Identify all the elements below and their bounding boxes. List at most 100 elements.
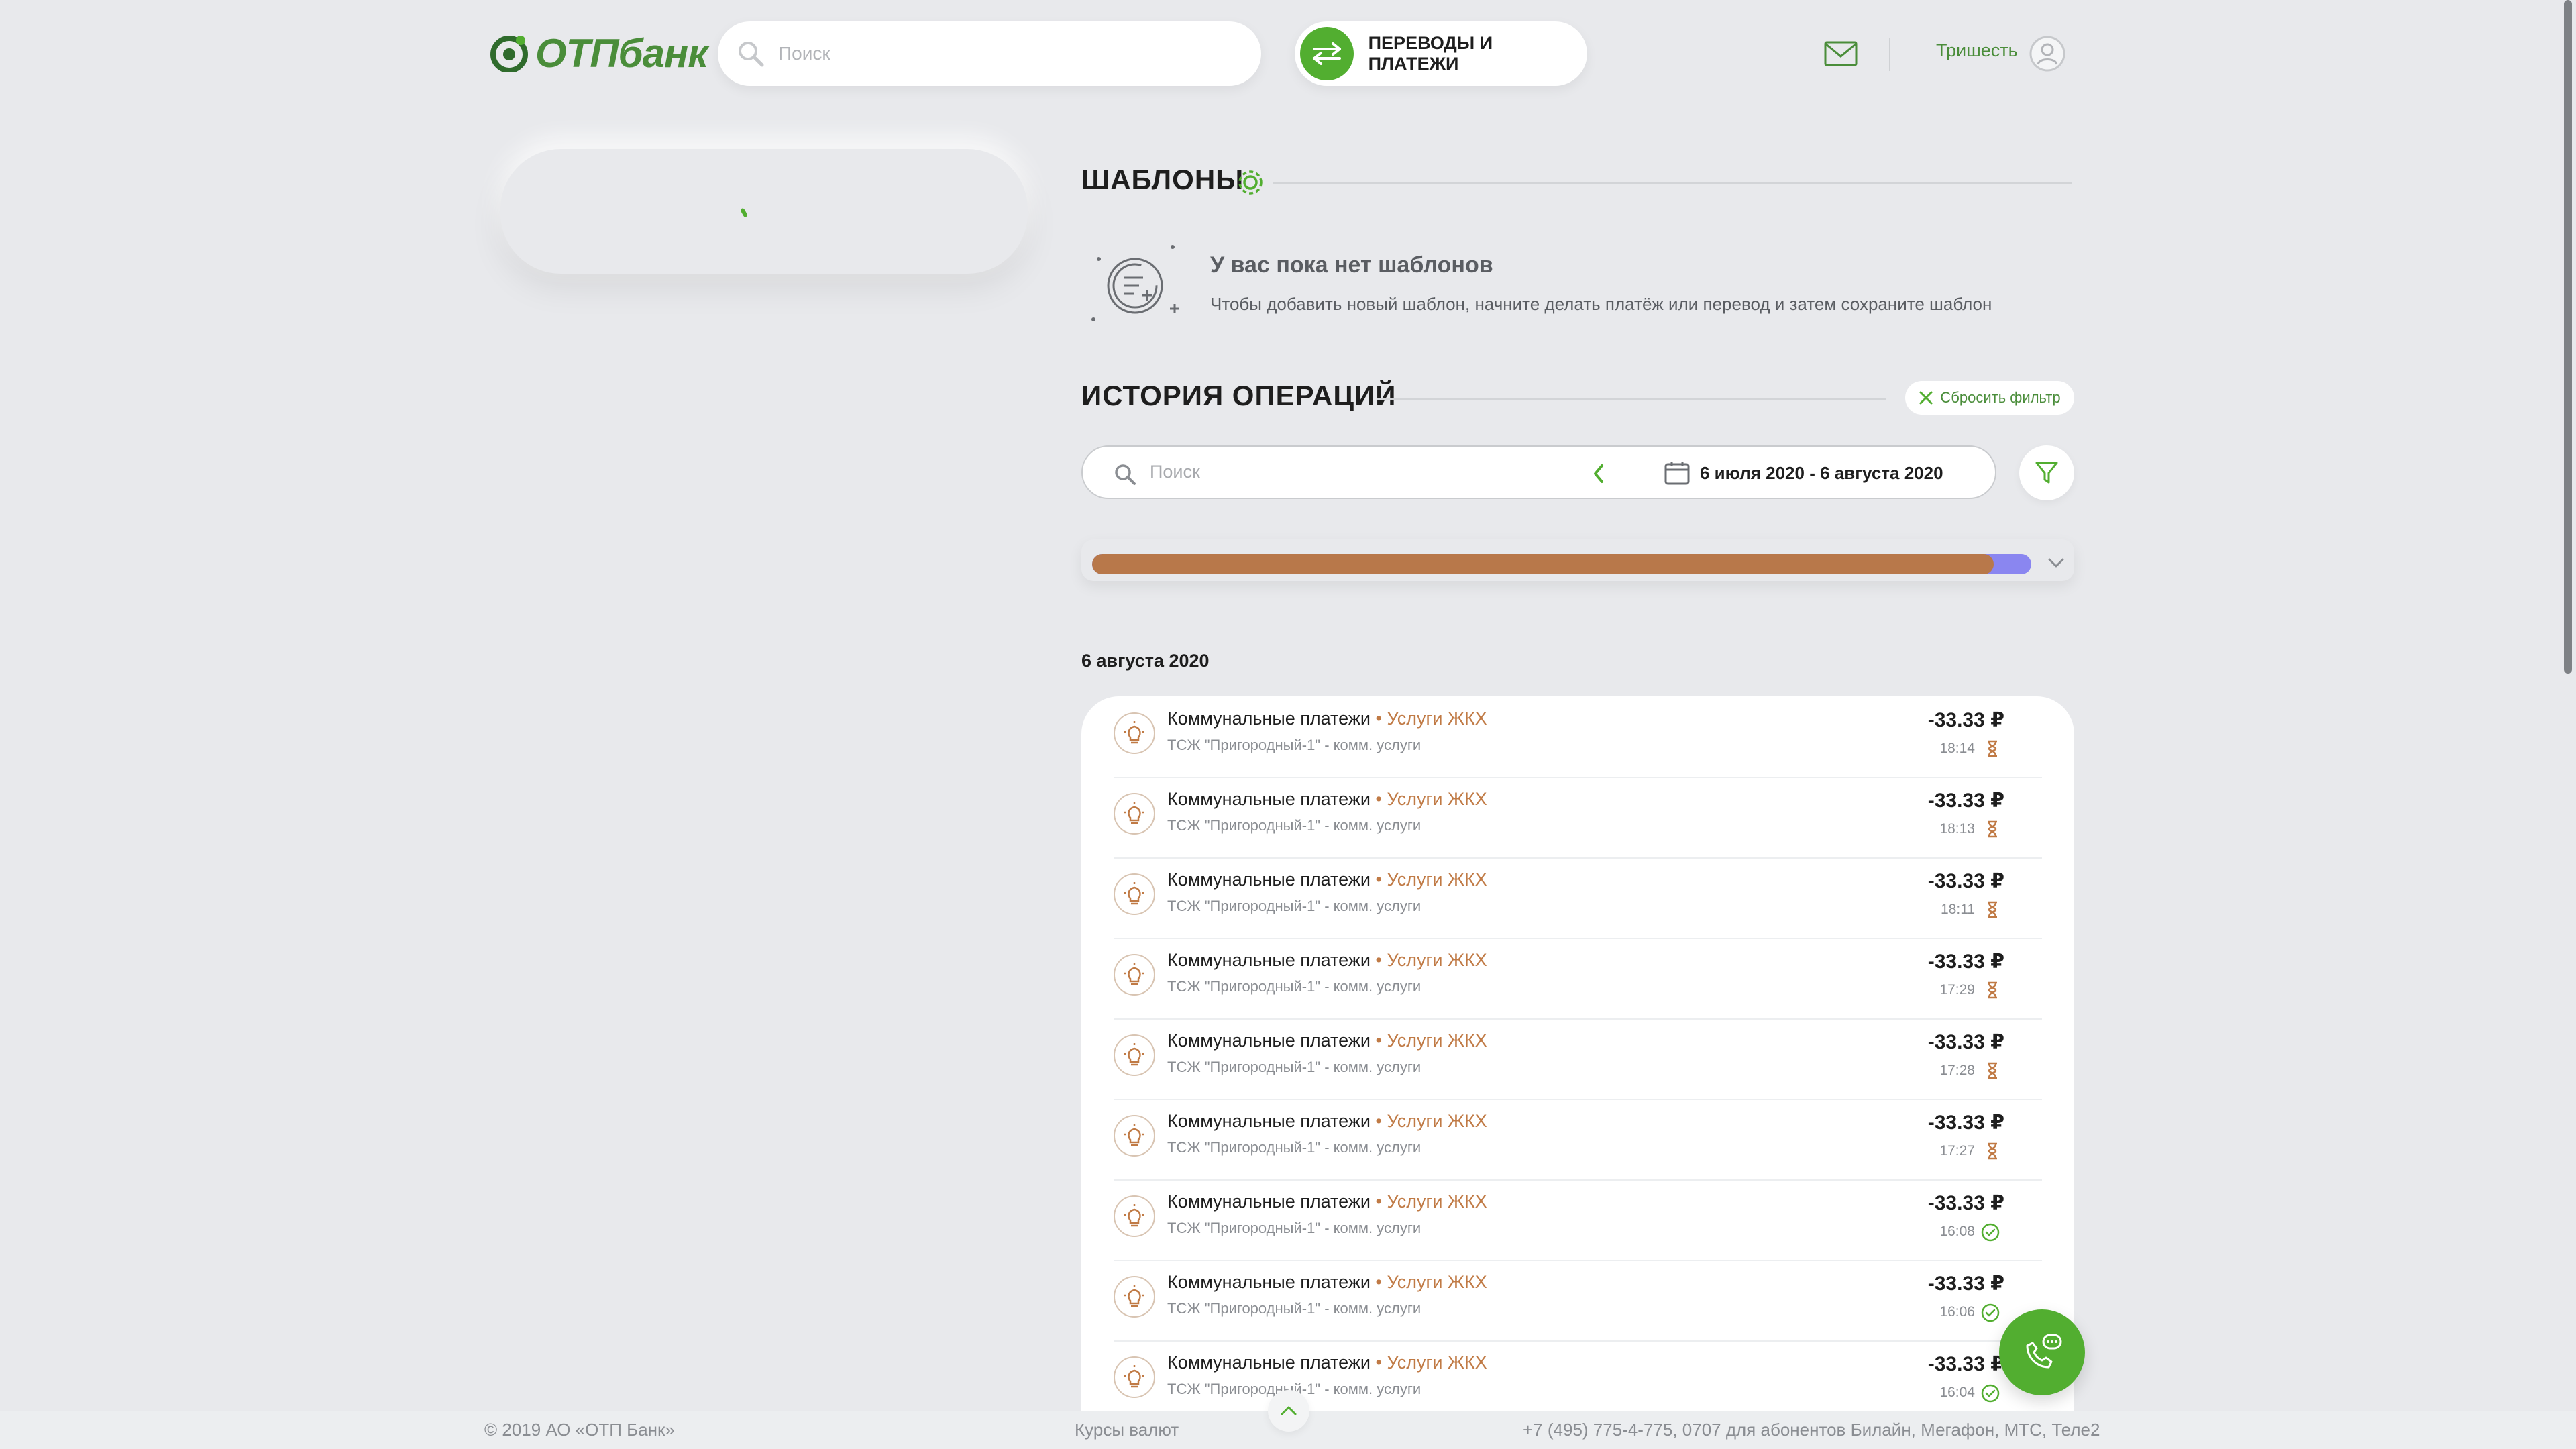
operation-description: ТСЖ "Пригородный-1" - комм. услуги	[1167, 978, 1421, 995]
header-search-input[interactable]: Поиск	[718, 21, 1261, 86]
operation-name: Коммунальные платежи	[1167, 1272, 1371, 1292]
operation-category: Услуги ЖКХ	[1387, 1191, 1487, 1212]
operation-description: ТСЖ "Пригородный-1" - комм. услуги	[1167, 1300, 1421, 1317]
lightbulb-icon	[1114, 1115, 1155, 1157]
operation-title: Коммунальные платежи • Услуги ЖКХ	[1167, 1111, 1487, 1132]
operation-name: Коммунальные платежи	[1167, 1111, 1371, 1131]
operation-category: Услуги ЖКХ	[1387, 1272, 1487, 1292]
status-pending-icon	[1984, 981, 2000, 1003]
operation-amount: -33.33 ₽	[1927, 1192, 2004, 1214]
operation-name: Коммунальные платежи	[1167, 869, 1371, 890]
operation-description: ТСЖ "Пригородный-1" - комм. услуги	[1167, 1220, 1421, 1236]
operation-time: 18:13	[1939, 821, 1975, 837]
operation-row[interactable]: Коммунальные платежи • Услуги ЖКХ ТСЖ "Пр…	[1114, 1099, 2042, 1181]
templates-title: ШАБЛОНЫ	[1081, 164, 1244, 195]
spending-summary-bar[interactable]	[1081, 539, 2074, 581]
history-search-placeholder: Поиск	[1150, 462, 1200, 482]
filter-button[interactable]	[2019, 445, 2074, 500]
operation-amount: -33.33 ₽	[1927, 1273, 2004, 1295]
otp-bank-logo[interactable]: ОТПбанк	[490, 30, 708, 76]
operation-name: Коммунальные платежи	[1167, 1352, 1371, 1373]
otp-logo-mark-icon	[490, 36, 528, 72]
operation-row[interactable]: Коммунальные платежи • Услуги ЖКХ ТСЖ "Пр…	[1114, 938, 2042, 1020]
operation-category: Услуги ЖКХ	[1387, 950, 1487, 970]
operation-name: Коммунальные платежи	[1167, 708, 1371, 729]
status-pending-icon	[1984, 1142, 2000, 1164]
operation-row[interactable]: Коммунальные платежи • Услуги ЖКХ ТСЖ "Пр…	[1114, 1018, 2042, 1100]
operation-row[interactable]: Коммунальные платежи • Услуги ЖКХ ТСЖ "Пр…	[1114, 1179, 2042, 1261]
lightbulb-icon	[1114, 954, 1155, 996]
spending-bar-track	[1092, 554, 2031, 574]
operation-category: Услуги ЖКХ	[1387, 1352, 1487, 1373]
operation-name: Коммунальные платежи	[1167, 1030, 1371, 1051]
operation-amount: -33.33 ₽	[1927, 870, 2004, 892]
history-search-bar[interactable]: Поиск 6 июля 2020 - 6 августа 2020	[1081, 445, 1996, 499]
operation-row[interactable]: Коммунальные платежи • Услуги ЖКХ ТСЖ "Пр…	[1114, 857, 2042, 939]
operation-name: Коммунальные платежи	[1167, 789, 1371, 809]
mail-icon[interactable]	[1823, 40, 1858, 67]
user-name-link[interactable]: Тришесть	[1936, 40, 2018, 61]
operation-title: Коммунальные платежи • Услуги ЖКХ	[1167, 869, 1487, 890]
separator-dot: •	[1370, 789, 1387, 809]
history-title: ИСТОРИЯ ОПЕРАЦИЙ	[1081, 380, 1397, 411]
page-scrollbar[interactable]	[2564, 0, 2572, 674]
separator-dot: •	[1370, 1272, 1387, 1292]
operation-amount: -33.33 ₽	[1927, 1112, 2004, 1134]
operation-category: Услуги ЖКХ	[1387, 708, 1487, 729]
date-range-value[interactable]: 6 июля 2020 - 6 августа 2020	[1700, 463, 1943, 484]
status-pending-icon	[1984, 739, 2000, 761]
call-chat-button[interactable]	[1999, 1309, 2085, 1395]
operation-description: ТСЖ "Пригородный-1" - комм. услуги	[1167, 1139, 1421, 1156]
operation-time: 16:08	[1939, 1224, 1975, 1239]
separator-dot: •	[1370, 708, 1387, 729]
chevron-left-icon[interactable]	[1591, 462, 1606, 486]
header-divider	[1889, 38, 1890, 71]
templates-divider	[1273, 182, 2072, 184]
search-icon	[1115, 464, 1136, 485]
operation-row[interactable]: Коммунальные платежи • Услуги ЖКХ ТСЖ "Пр…	[1114, 696, 2042, 778]
separator-dot: •	[1370, 1352, 1387, 1373]
operation-time: 17:27	[1939, 1143, 1975, 1159]
operation-time: 17:29	[1939, 982, 1975, 998]
separator-dot: •	[1370, 869, 1387, 890]
gear-icon[interactable]	[1234, 166, 1267, 199]
chevron-down-icon[interactable]	[2046, 555, 2066, 570]
operation-amount: -33.33 ₽	[1927, 1353, 2004, 1375]
operation-category: Услуги ЖКХ	[1387, 789, 1487, 809]
close-icon	[1919, 391, 1933, 405]
operation-title: Коммунальные платежи • Услуги ЖКХ	[1167, 789, 1487, 810]
filter-funnel-icon	[2035, 462, 2058, 484]
separator-dot: •	[1370, 1030, 1387, 1051]
spending-bar-fill	[1092, 554, 1994, 574]
operation-time: 18:11	[1941, 902, 1975, 917]
operation-category: Услуги ЖКХ	[1387, 1030, 1487, 1051]
operation-row[interactable]: Коммунальные платежи • Услуги ЖКХ ТСЖ "Пр…	[1114, 1340, 2042, 1422]
search-icon	[739, 42, 764, 67]
operation-time: 16:06	[1939, 1304, 1975, 1320]
operation-row[interactable]: Коммунальные платежи • Услуги ЖКХ ТСЖ "Пр…	[1114, 1260, 2042, 1342]
transfer-arrows-icon	[1300, 27, 1354, 80]
empty-templates-description: Чтобы добавить новый шаблон, начните дел…	[1210, 294, 1992, 314]
lightbulb-icon	[1114, 1276, 1155, 1318]
status-done-icon	[1980, 1383, 2000, 1407]
exchange-rates-link[interactable]: Курсы валют	[1075, 1419, 1179, 1440]
calendar-icon[interactable]	[1664, 460, 1690, 486]
status-done-icon	[1980, 1222, 2000, 1246]
separator-dot: •	[1370, 1191, 1387, 1212]
footer-phones: +7 (495) 775-4-775, 0707 для абонентов Б…	[1523, 1419, 2100, 1440]
logo-text: ОТПбанк	[535, 30, 708, 76]
operations-list: Коммунальные платежи • Услуги ЖКХ ТСЖ "Пр…	[1081, 696, 2074, 1449]
lightbulb-icon	[1114, 873, 1155, 915]
lightbulb-icon	[1114, 1195, 1155, 1237]
operation-row[interactable]: Коммунальные платежи • Услуги ЖКХ ТСЖ "Пр…	[1114, 777, 2042, 859]
reset-filter-button[interactable]: Сбросить фильтр	[1905, 381, 2074, 415]
operation-title: Коммунальные платежи • Услуги ЖКХ	[1167, 1352, 1487, 1373]
transfers-payments-button[interactable]: ПЕРЕВОДЫ И ПЛАТЕЖИ	[1295, 21, 1587, 86]
operation-time: 16:04	[1939, 1385, 1975, 1400]
scroll-to-top-button[interactable]	[1268, 1390, 1309, 1432]
operation-amount: -33.33 ₽	[1927, 1031, 2004, 1053]
status-pending-icon	[1984, 1061, 2000, 1083]
status-pending-icon	[1984, 820, 2000, 842]
user-avatar-icon[interactable]	[2029, 35, 2066, 72]
operation-title: Коммунальные платежи • Услуги ЖКХ	[1167, 1030, 1487, 1051]
